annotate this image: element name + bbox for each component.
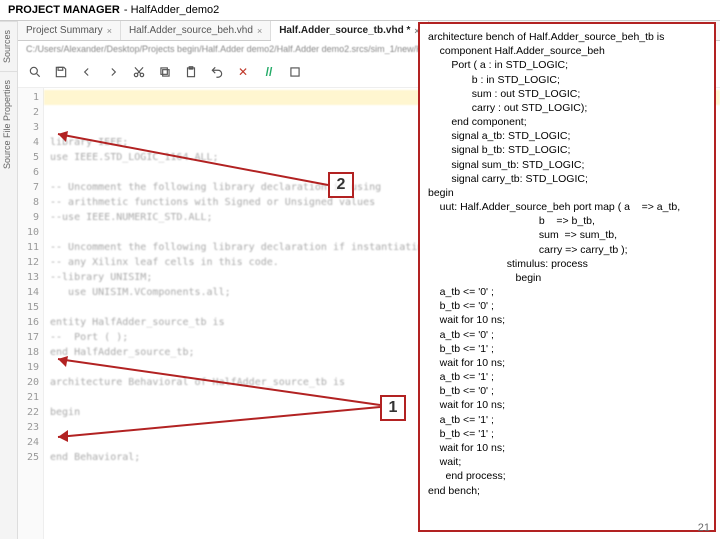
line-number: 4 xyxy=(18,135,39,150)
vhdl-line: wait for 10 ns; xyxy=(428,313,706,327)
line-number: 9 xyxy=(18,210,39,225)
tab-source-beh[interactable]: Half.Adder_source_beh.vhd × xyxy=(121,21,271,40)
line-number: 3 xyxy=(18,120,39,135)
line-number: 23 xyxy=(18,420,39,435)
line-number: 22 xyxy=(18,405,39,420)
close-icon[interactable]: × xyxy=(107,26,112,36)
save-icon[interactable] xyxy=(50,61,72,83)
vhdl-line: wait for 10 ns; xyxy=(428,356,706,370)
vhdl-line: wait for 10 ns; xyxy=(428,398,706,412)
expand-icon[interactable] xyxy=(284,61,306,83)
vhdl-line: end bench; xyxy=(428,484,706,498)
tab-label: Project Summary xyxy=(26,25,103,36)
vhdl-line: signal carry_tb: STD_LOGIC; xyxy=(428,172,706,186)
vhdl-line: a_tb <= '0' ; xyxy=(428,328,706,342)
line-number: 24 xyxy=(18,435,39,450)
vhdl-line: component Half.Adder_source_beh xyxy=(428,44,706,58)
line-number: 13 xyxy=(18,270,39,285)
vhdl-line: wait; xyxy=(428,455,706,469)
line-number: 7 xyxy=(18,180,39,195)
line-gutter: 1234567891011121314151617181920212223242… xyxy=(18,88,44,539)
vhdl-line: uut: Half.Adder_source_beh port map ( a … xyxy=(428,200,706,214)
vhdl-line: b => b_tb, xyxy=(428,214,706,228)
tab-source-tb[interactable]: Half.Adder_source_tb.vhd * × xyxy=(271,21,428,41)
line-number: 19 xyxy=(18,360,39,375)
line-number: 8 xyxy=(18,195,39,210)
line-number: 2 xyxy=(18,105,39,120)
sidetab-sources[interactable]: Sources xyxy=(0,21,17,71)
line-number: 10 xyxy=(18,225,39,240)
vhdl-line: b : in STD_LOGIC; xyxy=(428,73,706,87)
vhdl-line: end process; xyxy=(428,469,706,483)
undo-icon[interactable] xyxy=(206,61,228,83)
line-number: 16 xyxy=(18,315,39,330)
line-number: 20 xyxy=(18,375,39,390)
line-number: 6 xyxy=(18,165,39,180)
copy-icon[interactable] xyxy=(154,61,176,83)
line-number: 5 xyxy=(18,150,39,165)
line-number: 17 xyxy=(18,330,39,345)
close-icon[interactable]: × xyxy=(257,26,262,36)
search-icon[interactable] xyxy=(24,61,46,83)
vhdl-line: b_tb <= '1' ; xyxy=(428,342,706,356)
line-number: 14 xyxy=(18,285,39,300)
callout-2: 2 xyxy=(328,172,354,198)
vhdl-line: b_tb <= '0' ; xyxy=(428,299,706,313)
vhdl-line: carry : out STD_LOGIC); xyxy=(428,101,706,115)
vhdl-line: signal b_tb: STD_LOGIC; xyxy=(428,143,706,157)
vhdl-line: b_tb <= '1' ; xyxy=(428,427,706,441)
tab-project-summary[interactable]: Project Summary × xyxy=(18,21,121,40)
vhdl-line: begin xyxy=(428,186,706,200)
slide-number: 21 xyxy=(698,522,710,534)
title-bar: PROJECT MANAGER - HalfAdder_demo2 xyxy=(0,0,720,21)
cut-icon[interactable] xyxy=(128,61,150,83)
vhdl-line: stimulus: process xyxy=(428,257,706,271)
paste-icon[interactable] xyxy=(180,61,202,83)
vhdl-line: Port ( a : in STD_LOGIC; xyxy=(428,58,706,72)
callout-1: 1 xyxy=(380,395,406,421)
back-icon[interactable] xyxy=(76,61,98,83)
vhdl-line: a_tb <= '0' ; xyxy=(428,285,706,299)
vhdl-line: signal sum_tb: STD_LOGIC; xyxy=(428,158,706,172)
title-main: PROJECT MANAGER xyxy=(8,4,120,16)
title-sub: - HalfAdder_demo2 xyxy=(124,4,219,16)
line-number: 21 xyxy=(18,390,39,405)
vhdl-line: end component; xyxy=(428,115,706,129)
vhdl-line: wait for 10 ns; xyxy=(428,441,706,455)
vhdl-line: a_tb <= '1' ; xyxy=(428,413,706,427)
vhdl-line: carry => carry_tb ); xyxy=(428,243,706,257)
vhdl-line: signal a_tb: STD_LOGIC; xyxy=(428,129,706,143)
line-number: 15 xyxy=(18,300,39,315)
side-tabs: Sources Source File Properties xyxy=(0,21,18,539)
vhdl-line: architecture bench of Half.Adder_source_… xyxy=(428,30,706,44)
vhdl-code-panel: architecture bench of Half.Adder_source_… xyxy=(418,22,716,532)
tab-label: Half.Adder_source_tb.vhd * xyxy=(279,25,410,36)
line-number: 11 xyxy=(18,240,39,255)
tab-label: Half.Adder_source_beh.vhd xyxy=(129,25,253,36)
line-number: 1 xyxy=(18,90,39,105)
vhdl-line: sum => sum_tb, xyxy=(428,228,706,242)
sidetab-properties[interactable]: Source File Properties xyxy=(0,71,17,177)
vhdl-line: sum : out STD_LOGIC; xyxy=(428,87,706,101)
line-number: 18 xyxy=(18,345,39,360)
comment-button[interactable]: // xyxy=(258,61,280,83)
vhdl-line: a_tb <= '1' ; xyxy=(428,370,706,384)
forward-icon[interactable] xyxy=(102,61,124,83)
delete-icon[interactable]: ✕ xyxy=(232,61,254,83)
vhdl-line: begin xyxy=(428,271,706,285)
line-number: 25 xyxy=(18,450,39,465)
line-number: 12 xyxy=(18,255,39,270)
vhdl-line: b_tb <= '0' ; xyxy=(428,384,706,398)
